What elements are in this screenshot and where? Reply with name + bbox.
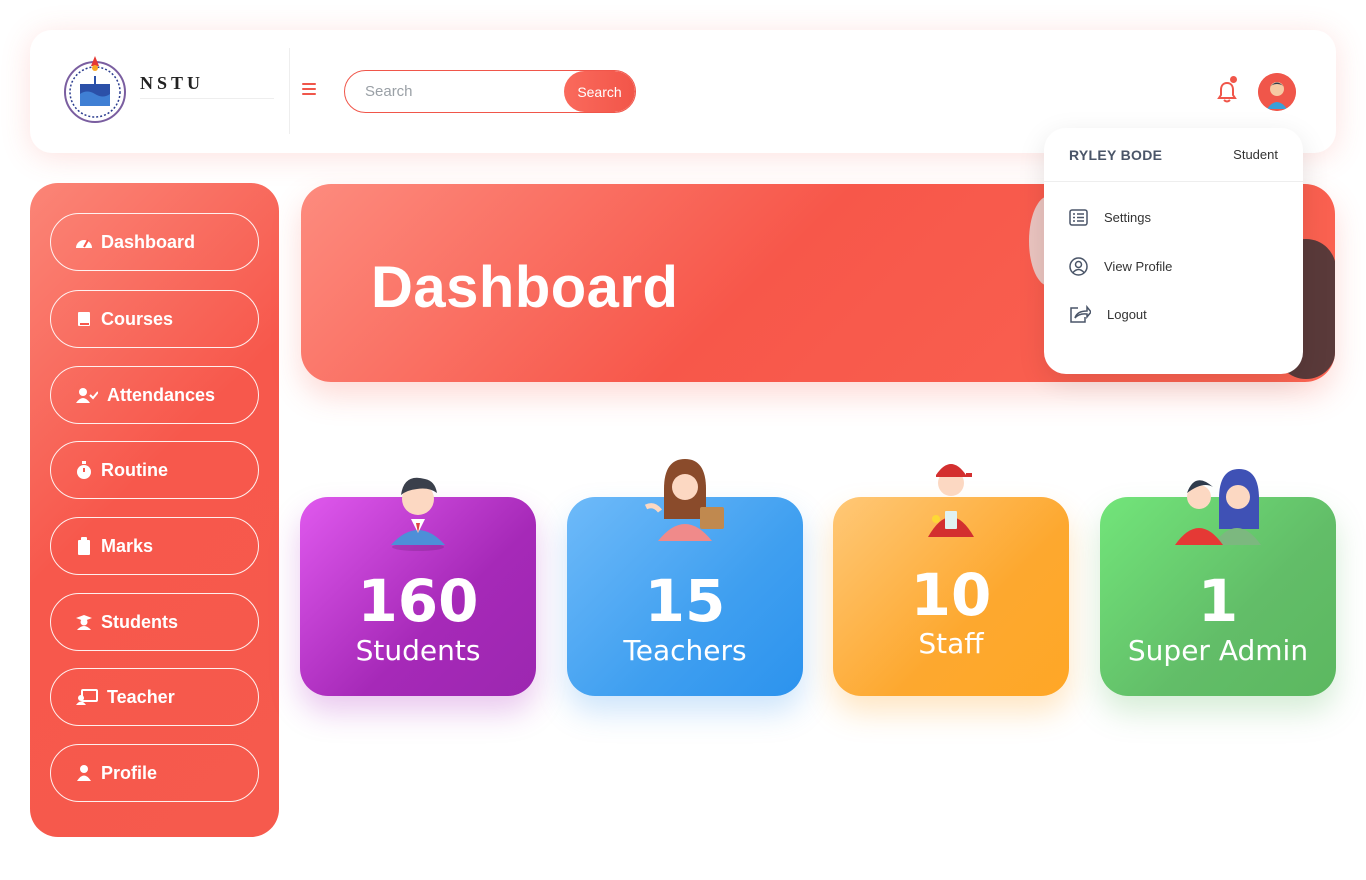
user-name: RYLEY BODE	[1069, 146, 1163, 163]
sidebar-item-courses[interactable]: Courses	[50, 290, 259, 348]
menu-item-view-profile[interactable]: View Profile	[1069, 257, 1172, 276]
sidebar-item-label: Attendances	[107, 384, 216, 405]
menu-item-settings[interactable]: Settings	[1069, 209, 1151, 226]
menu-item-label: Logout	[1107, 307, 1147, 322]
stopwatch-icon	[75, 461, 93, 479]
sidebar-item-attendances[interactable]: Attendances	[50, 366, 259, 424]
dashboard-icon	[75, 233, 93, 251]
user-role: Student	[1233, 147, 1278, 162]
sidebar-item-students[interactable]: Students	[50, 593, 259, 651]
stat-label: Super Admin	[1127, 634, 1309, 667]
stat-value: 10	[910, 561, 992, 629]
user-avatar[interactable]	[1258, 73, 1296, 111]
admins-avatar-icon	[1175, 469, 1261, 545]
notification-dot	[1230, 76, 1237, 83]
share-icon	[1070, 305, 1091, 323]
profile-dropdown-header: RYLEY BODE Student	[1044, 128, 1303, 182]
stat-label: Staff	[918, 627, 984, 660]
stat-value: 1	[1197, 567, 1239, 635]
teacher-avatar-icon	[644, 459, 724, 541]
stat-label: Teachers	[623, 634, 747, 667]
sidebar-item-label: Profile	[101, 762, 158, 783]
sidebar-item-label: Dashboard	[101, 231, 196, 252]
menu-item-label: View Profile	[1104, 259, 1173, 274]
user-check-icon	[75, 386, 99, 404]
stat-card-students[interactable]: 160 Students	[300, 477, 536, 696]
sidebar-item-marks[interactable]: Marks	[50, 517, 259, 575]
user-circle-icon	[1069, 257, 1088, 276]
sidebar-item-label: Courses	[101, 308, 174, 329]
clipboard-icon	[75, 537, 93, 555]
sidebar-item-dashboard[interactable]: Dashboard	[50, 213, 259, 271]
graduate-icon	[75, 613, 93, 631]
search-bar: Search	[344, 70, 636, 113]
sidebar-item-teacher[interactable]: Teacher	[50, 668, 259, 726]
stat-card-staff[interactable]: 10 Staff	[833, 464, 1069, 696]
book-icon	[75, 310, 93, 328]
header-divider	[289, 48, 290, 134]
menu-toggle-icon[interactable]	[302, 83, 316, 97]
menu-item-logout[interactable]: Logout	[1069, 305, 1147, 324]
sidebar-item-label: Teacher	[107, 686, 175, 707]
menu-item-label: Settings	[1104, 210, 1151, 225]
search-input[interactable]	[345, 71, 564, 112]
student-avatar-icon	[391, 477, 445, 551]
page-title: Dashboard	[371, 255, 679, 320]
sidebar: Dashboard Courses Attendances Routine Ma…	[30, 183, 279, 837]
logo-text: NSTU	[140, 73, 274, 99]
stat-label: Students	[355, 634, 481, 667]
sidebar-item-label: Marks	[101, 535, 154, 556]
university-emblem-icon	[64, 56, 126, 123]
staff-avatar-icon	[928, 464, 974, 537]
sidebar-item-routine[interactable]: Routine	[50, 441, 259, 499]
sidebar-item-label: Students	[101, 611, 179, 632]
chalkboard-teacher-icon	[75, 688, 99, 706]
sidebar-item-profile[interactable]: Profile	[50, 744, 259, 802]
profile-dropdown: RYLEY BODE Student Settings View Profile…	[1044, 128, 1303, 374]
stat-card-super-admin[interactable]: 1 Super Admin	[1100, 469, 1336, 696]
list-icon	[1069, 209, 1088, 226]
sidebar-item-label: Routine	[101, 459, 168, 480]
search-button[interactable]: Search	[564, 71, 635, 112]
user-icon	[75, 764, 93, 782]
notification-bell-icon[interactable]	[1216, 76, 1238, 104]
stat-card-teachers[interactable]: 15 Teachers	[567, 459, 803, 696]
logo[interactable]: NSTU	[62, 52, 274, 130]
stat-value: 160	[357, 567, 479, 635]
stat-value: 15	[644, 567, 726, 635]
